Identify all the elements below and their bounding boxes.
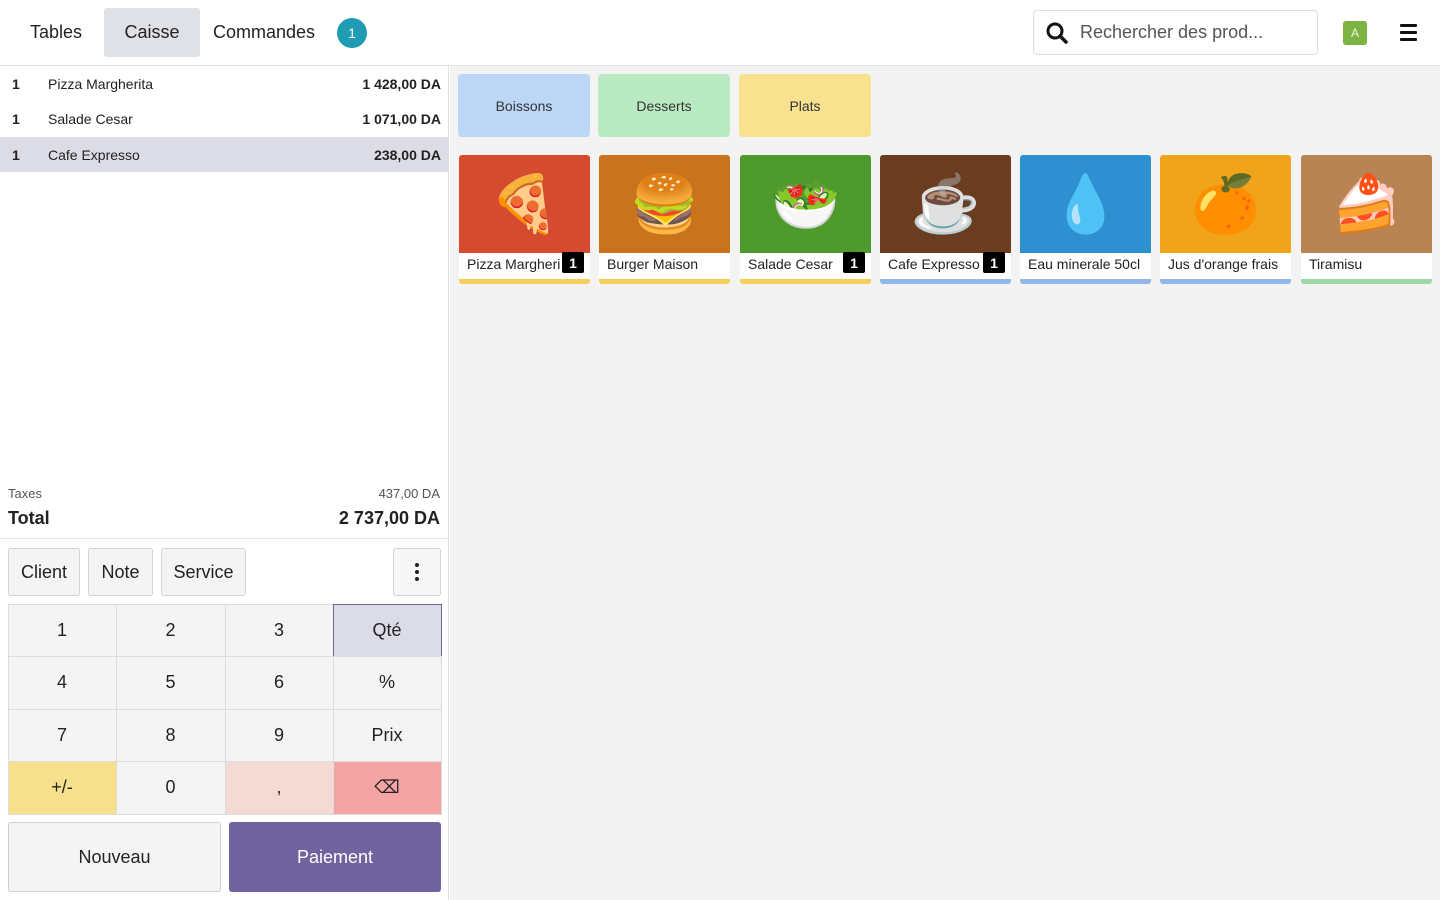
category-color-bar: [880, 279, 1011, 284]
backspace-icon[interactable]: ⌫: [332, 760, 442, 815]
tab-commandes[interactable]: Commandes: [200, 8, 328, 57]
order-line[interactable]: 1 Pizza Margherita 1 428,00 DA: [0, 66, 449, 101]
numpad-key-0[interactable]: 0: [115, 760, 226, 815]
product-card[interactable]: 🍊 Jus d'orange frais: [1160, 155, 1291, 284]
order-line-qty: 1: [12, 146, 20, 163]
numpad-decimal[interactable]: ,: [224, 760, 334, 815]
numpad-mode-quantity[interactable]: Qté: [332, 603, 442, 657]
orange-icon: 🍊: [1160, 155, 1291, 253]
numpad-key-9[interactable]: 9: [224, 708, 334, 762]
order-line-price: 1 428,00 DA: [362, 75, 441, 92]
products-panel: Boissons Desserts Plats 🍕 Pizza Margheri…: [450, 66, 1440, 900]
payment-button[interactable]: Paiement: [229, 822, 441, 892]
category-color-bar: [1301, 279, 1432, 284]
total-label: Total: [8, 508, 50, 528]
numpad: 1 2 3 Qté 4 5 6 % 7 8 9 Prix +/- 0 , ⌫: [7, 603, 442, 815]
product-card[interactable]: 🍰 Tiramisu: [1301, 155, 1432, 284]
product-card[interactable]: 🍔 Burger Maison: [599, 155, 730, 284]
numpad-key-6[interactable]: 6: [224, 655, 334, 710]
order-line-selected[interactable]: 1 Cafe Expresso 238,00 DA: [0, 137, 449, 172]
category-desserts[interactable]: Desserts: [598, 74, 730, 137]
tab-caisse[interactable]: Caisse: [104, 8, 200, 57]
product-name: Jus d'orange frais: [1168, 256, 1279, 272]
order-line-name: Cafe Expresso: [48, 146, 140, 163]
cake-icon: 🍰: [1301, 155, 1432, 253]
numpad-key-1[interactable]: 1: [7, 603, 117, 657]
category-color-bar: [1160, 279, 1291, 284]
more-options-icon[interactable]: [393, 548, 441, 596]
numpad-key-7[interactable]: 7: [7, 708, 117, 762]
numpad-mode-price[interactable]: Prix: [332, 708, 442, 762]
orders-count-badge[interactable]: 1: [337, 18, 367, 48]
category-plats[interactable]: Plats: [739, 74, 871, 137]
category-boissons[interactable]: Boissons: [458, 74, 590, 137]
product-card[interactable]: 💧 Eau minerale 50cl: [1020, 155, 1151, 284]
order-line[interactable]: 1 Salade Cesar 1 071,00 DA: [0, 101, 449, 136]
product-card[interactable]: 🥗 Salade Cesar 1: [740, 155, 871, 284]
pizza-icon: 🍕: [459, 155, 590, 253]
numpad-sign-toggle[interactable]: +/-: [7, 760, 117, 815]
numpad-key-4[interactable]: 4: [7, 655, 117, 710]
top-bar: Tables Caisse Commandes 1 A: [0, 0, 1440, 66]
order-line-qty: 1: [12, 75, 20, 92]
order-line-name: Pizza Margherita: [48, 75, 154, 92]
numpad-key-3[interactable]: 3: [224, 603, 334, 657]
product-name: Burger Maison: [607, 256, 699, 272]
water-drop-icon: 💧: [1020, 155, 1151, 253]
numpad-key-5[interactable]: 5: [115, 655, 226, 710]
product-qty-badge: 1: [843, 252, 865, 273]
product-card[interactable]: 🍕 Pizza Margheri 1: [459, 155, 590, 284]
burger-icon: 🍔: [599, 155, 730, 253]
divider: [0, 538, 449, 539]
category-color-bar: [599, 279, 730, 284]
product-name: Eau minerale 50cl: [1028, 256, 1141, 272]
taxes-label: Taxes: [8, 486, 42, 501]
total-value: 2 737,00 DA: [338, 508, 440, 528]
numpad-mode-discount[interactable]: %: [332, 655, 442, 710]
search-input[interactable]: [1080, 22, 1305, 43]
coffee-icon: ☕: [880, 155, 1011, 253]
numpad-key-2[interactable]: 2: [115, 603, 226, 657]
product-qty-badge: 1: [983, 252, 1005, 273]
new-order-button[interactable]: Nouveau: [8, 822, 221, 892]
order-line-price: 1 071,00 DA: [362, 110, 441, 127]
category-color-bar: [1020, 279, 1151, 284]
order-line-qty: 1: [12, 110, 20, 127]
salad-icon: 🥗: [740, 155, 871, 253]
hamburger-menu-icon[interactable]: [1396, 20, 1420, 44]
order-line-price: 238,00 DA: [374, 146, 441, 163]
order-panel: 1 Pizza Margherita 1 428,00 DA 1 Salade …: [0, 66, 449, 900]
avatar[interactable]: A: [1343, 21, 1367, 45]
product-search[interactable]: [1033, 10, 1318, 55]
tab-tables[interactable]: Tables: [8, 8, 104, 57]
numpad-key-8[interactable]: 8: [115, 708, 226, 762]
category-color-bar: [459, 279, 590, 284]
product-name: Tiramisu: [1309, 256, 1363, 272]
category-color-bar: [740, 279, 871, 284]
product-card[interactable]: ☕ Cafe Expresso 1: [880, 155, 1011, 284]
order-line-name: Salade Cesar: [48, 110, 133, 127]
note-button[interactable]: Note: [88, 548, 153, 596]
taxes-value: 437,00 DA: [378, 486, 440, 501]
search-icon: [1034, 10, 1080, 55]
client-button[interactable]: Client: [8, 548, 80, 596]
product-qty-badge: 1: [562, 252, 584, 273]
service-button[interactable]: Service: [161, 548, 246, 596]
